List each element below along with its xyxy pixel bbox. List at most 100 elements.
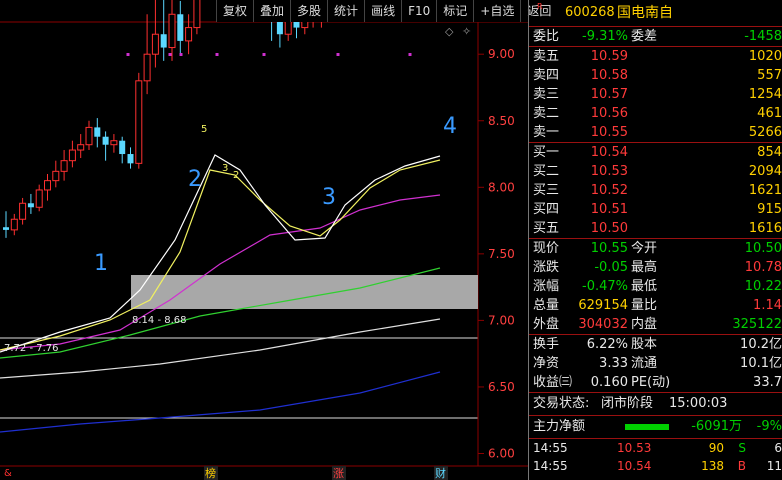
toolbar-button-0[interactable]: 复权 — [216, 0, 253, 22]
bottom-marker: 涨 — [333, 467, 344, 480]
main-flow-row: 主力净额 -6091万 -9% — [529, 416, 782, 439]
stat-row: 净资 3.33 流通 10.1亿 — [529, 354, 782, 373]
stat-label: 收益㈢ — [533, 375, 573, 390]
trade-status-row: 交易状态: 闭市阶段 15:00:03 — [529, 393, 782, 416]
candle-body — [151, 33, 159, 55]
bid-volume: 915 — [757, 202, 782, 217]
y-tick-label: 7.50 — [488, 247, 515, 261]
stat-label: PE(动) — [631, 375, 671, 390]
candle-body — [177, 14, 184, 41]
tick-volume: 138 — [701, 459, 724, 473]
ask-row[interactable]: 卖三 10.57 1254 — [529, 85, 782, 104]
tick-volume: 90 — [708, 441, 724, 455]
candle-body — [10, 218, 18, 231]
tick-extra: 11 — [766, 459, 782, 473]
toolbar-button-7[interactable]: +自选 — [473, 0, 520, 22]
toolbar-button-3[interactable]: 统计 — [327, 0, 364, 22]
signal-dot — [336, 53, 340, 56]
signal-dot — [215, 53, 219, 56]
candle-body — [193, 0, 201, 29]
ma-white-fast — [0, 154, 441, 353]
bid-label: 买三 — [533, 183, 560, 198]
bid-row[interactable]: 买五 10.50 1616 — [529, 219, 782, 238]
ask-price: 10.58 — [590, 68, 628, 83]
resistance-zone — [131, 275, 478, 309]
ask-row[interactable]: 卖二 10.56 461 — [529, 104, 782, 123]
stock-code: 600268 — [565, 5, 615, 20]
stat-label: 量比 — [631, 298, 658, 313]
stat-value: 10.1亿 — [740, 356, 782, 371]
toolbar-button-6[interactable]: 标记 — [436, 0, 473, 22]
bid-label: 买二 — [533, 164, 560, 179]
stat-label: 涨跌 — [533, 260, 560, 275]
wave-label: 1 — [94, 251, 108, 276]
stat-value: 0.160 — [590, 375, 628, 390]
signal-dot — [126, 53, 130, 56]
ask-label: 卖三 — [533, 87, 560, 102]
stat-label: 总量 — [533, 298, 560, 313]
toolbar-button-4[interactable]: 画线 — [364, 0, 401, 22]
wave-label: 4 — [443, 114, 457, 139]
bid-volume: 1621 — [748, 183, 782, 198]
diamond-icon: ◇ — [445, 25, 454, 38]
ask-row[interactable]: 卖一 10.55 5266 — [529, 123, 782, 142]
stat-row: 涨幅 -0.47% 最低 10.22 — [529, 277, 782, 296]
stock-name: 国电南自 — [617, 5, 673, 21]
candle-body — [68, 149, 76, 162]
bid-row[interactable]: 买三 10.52 1621 — [529, 181, 782, 200]
bid-row[interactable]: 买一 10.54 854 — [529, 143, 782, 162]
weibi-label: 委比 — [533, 29, 560, 44]
signal-dot — [262, 53, 266, 56]
candle-body — [102, 136, 109, 145]
zone-label-low: 7.72 - 7.76 — [4, 343, 59, 354]
ma-blue — [0, 371, 441, 433]
tick-list: 14:55 10.53 90 S 6 14:55 10.54 138 B 11 — [529, 439, 782, 475]
bid-row[interactable]: 买四 10.51 915 — [529, 200, 782, 219]
bid-price: 10.52 — [590, 183, 628, 198]
stat-value: 629154 — [578, 298, 628, 313]
signal-dot — [179, 53, 183, 56]
bottom-marker: 财 — [435, 466, 446, 480]
trade-status-time: 15:00:03 — [669, 396, 728, 411]
candle-body — [27, 203, 34, 208]
stat-label: 换手 — [533, 337, 560, 352]
stat-label: 今开 — [631, 241, 658, 256]
ask-price: 10.57 — [590, 87, 628, 102]
stat-value: 1.14 — [753, 298, 782, 313]
bid-price: 10.53 — [590, 164, 628, 179]
stat-row: 涨跌 -0.05 最高 10.78 — [529, 258, 782, 277]
signal-dot — [408, 53, 412, 56]
candle-body — [52, 170, 60, 182]
bid-volume: 1616 — [748, 221, 782, 236]
share-stats: 换手 6.22% 股本 10.2亿 净资 3.33 流通 10.1亿 收益㈢ 0.160 PE(动)… — [529, 335, 782, 393]
kline-chart[interactable]: 12.0011.5011.0010.5010.009.509.008.508.0… — [0, 0, 528, 480]
trade-status-value: 闭市阶段 — [601, 396, 654, 411]
toolbar-button-5[interactable]: F10 — [401, 0, 436, 22]
stat-value: 10.22 — [744, 279, 782, 294]
stat-value: -0.47% — [582, 279, 628, 294]
ma-magenta — [0, 194, 441, 351]
candle-body — [160, 34, 167, 48]
stat-row: 收益㈢ 0.160 PE(动) 33.7 — [529, 373, 782, 392]
ask-row[interactable]: 卖四 10.58 557 — [529, 66, 782, 85]
tick-extra: 6 — [774, 441, 782, 455]
toolbar-button-2[interactable]: 多股 — [290, 0, 327, 22]
y-tick-label: 8.50 — [488, 114, 515, 128]
stat-label: 股本 — [631, 337, 658, 352]
tick-price: 10.53 — [617, 441, 652, 455]
bid-label: 买一 — [533, 145, 560, 160]
weibi-row: 委比 -9.31% 委差 -1458 — [529, 27, 782, 47]
y-tick-label: 6.50 — [488, 380, 515, 394]
quote-panel: R 600268 国电南自 委比 -9.31% 委差 -1458 卖五 10.59… — [528, 0, 782, 480]
weicha-label: 委差 — [631, 29, 658, 44]
stat-value: 10.50 — [744, 241, 782, 256]
zone-label-high: 8.14 - 8.68 — [132, 315, 187, 326]
r-mark: R — [537, 2, 543, 11]
toolbar-button-1[interactable]: 叠加 — [253, 0, 290, 22]
bottom-left-marker: & — [4, 468, 12, 479]
ma-yellow — [0, 159, 441, 351]
stat-label: 净资 — [533, 356, 560, 371]
ask-row[interactable]: 卖五 10.59 1020 — [529, 47, 782, 66]
stock-header: R 600268 国电南自 — [529, 0, 782, 27]
bid-row[interactable]: 买二 10.53 2094 — [529, 162, 782, 181]
